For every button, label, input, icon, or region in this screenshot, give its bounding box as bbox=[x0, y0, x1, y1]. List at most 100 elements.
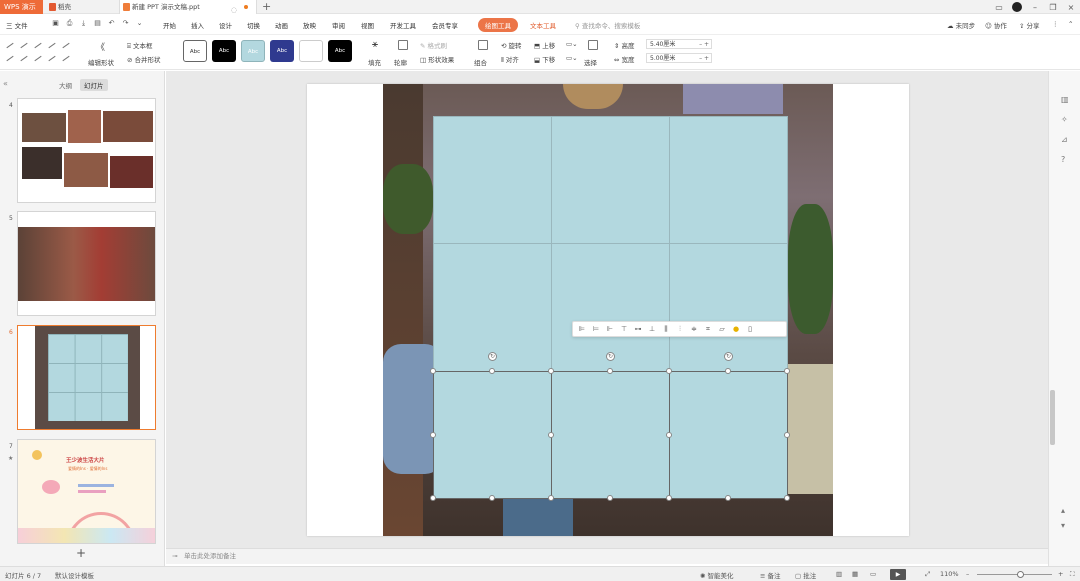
picture-icon[interactable]: ▱ bbox=[717, 325, 727, 334]
export-icon[interactable]: ⤓ bbox=[80, 19, 87, 28]
reading-view-icon[interactable]: ▭ bbox=[870, 570, 876, 578]
shape-style-black-2[interactable]: Abc bbox=[328, 40, 352, 62]
zoom-out-icon[interactable]: – bbox=[966, 570, 969, 578]
zoom-level[interactable]: 110% bbox=[940, 570, 959, 578]
scroll-down-icon[interactable]: ▾ bbox=[1061, 521, 1065, 530]
line-shape-icon[interactable] bbox=[6, 42, 14, 49]
edit-shape-button[interactable]: 编辑形状 bbox=[88, 57, 114, 67]
rotate-handle-icon[interactable]: ↻ bbox=[724, 352, 733, 361]
resize-handle[interactable] bbox=[607, 495, 613, 501]
move-down-button[interactable]: ⬓ 下移 bbox=[534, 54, 555, 64]
zoom-slider-knob[interactable] bbox=[1017, 571, 1024, 578]
print-icon[interactable]: ▤ bbox=[94, 19, 101, 28]
resize-handle[interactable] bbox=[725, 368, 731, 374]
crop-icon[interactable]: ⌗ bbox=[703, 325, 713, 334]
shape-style-light-blue[interactable]: Abc bbox=[241, 40, 265, 62]
align-middle-icon[interactable]: ⊶ bbox=[633, 325, 643, 334]
slide-thumbnail-7[interactable]: 王少波生活大片 爱情的Ins · 爱情的Ins bbox=[17, 439, 156, 544]
shape-style-black[interactable]: Abc bbox=[212, 40, 236, 62]
file-menu[interactable]: 三 文件 bbox=[6, 20, 28, 30]
distribute-horizontal-icon[interactable]: ⫼ bbox=[661, 325, 671, 334]
grid-cell[interactable] bbox=[551, 116, 670, 244]
rotate-handle-icon[interactable]: ↻ bbox=[606, 352, 615, 361]
undo-icon[interactable]: ↶ bbox=[108, 19, 115, 28]
more-icon[interactable]: ⌄ bbox=[136, 19, 143, 28]
rotate-handle-icon[interactable]: ↻ bbox=[488, 352, 497, 361]
width-stepper[interactable]: – + bbox=[699, 54, 709, 63]
grid-cell-selected[interactable] bbox=[433, 371, 552, 499]
slide-canvas-area[interactable]: ↻ ↻ ↻ ⊫ ⊨ ⊩ ⊤ ⊶ ⊥ ⫼ ⫶ ≑ ⌗ ▱ ● ▯ bbox=[166, 71, 1048, 548]
rotate-button[interactable]: ⟲ 旋转 bbox=[501, 40, 522, 50]
menu-drawing-tools[interactable]: 绘图工具 bbox=[478, 18, 518, 32]
shape-gallery[interactable] bbox=[4, 39, 84, 67]
freeform-shape-icon[interactable] bbox=[48, 55, 56, 62]
height-input[interactable]: 5.40厘米 – + bbox=[646, 39, 712, 49]
scribble-shape-icon[interactable] bbox=[62, 55, 70, 62]
textbox-button[interactable]: ⌸ 文本框 bbox=[127, 40, 152, 51]
select-icon[interactable] bbox=[588, 40, 598, 50]
scroll-up-icon[interactable]: ▴ bbox=[1061, 506, 1065, 515]
slide-thumbnail-6[interactable] bbox=[17, 325, 156, 430]
fill-icon[interactable]: ⚹ bbox=[372, 39, 378, 50]
resize-handle[interactable] bbox=[548, 368, 554, 374]
current-slide[interactable]: ↻ ↻ ↻ bbox=[307, 84, 909, 536]
resize-handle[interactable] bbox=[666, 495, 672, 501]
merge-shape-button[interactable]: ⊘ 合并形状 bbox=[127, 54, 161, 64]
share-button[interactable]: ⇪ 分享 bbox=[1019, 20, 1040, 30]
avatar[interactable] bbox=[1012, 2, 1022, 12]
align-bottom-icon[interactable]: ⊥ bbox=[647, 325, 657, 334]
slide-thumbnail-5[interactable] bbox=[17, 211, 156, 316]
menu-review[interactable]: 审阅 bbox=[332, 20, 345, 30]
sorter-view-icon[interactable]: ▦ bbox=[852, 570, 858, 578]
equal-spacing-icon[interactable]: ≑ bbox=[689, 325, 699, 334]
collapse-pane-icon[interactable]: « bbox=[3, 79, 8, 88]
tab-slides[interactable]: 幻灯片 bbox=[80, 79, 108, 91]
select-button[interactable]: 选择 bbox=[584, 57, 597, 67]
connector-shape-icon[interactable] bbox=[62, 42, 70, 49]
curve-shape-icon[interactable] bbox=[20, 55, 28, 62]
resize-handle[interactable] bbox=[784, 368, 790, 374]
menu-insert[interactable]: 插入 bbox=[191, 20, 204, 30]
more-menu-button[interactable]: ⋮ bbox=[1052, 20, 1059, 28]
fullscreen-icon[interactable]: ⛶ bbox=[1070, 570, 1075, 579]
comments-toggle[interactable]: ≡ 备注 bbox=[760, 570, 781, 580]
animation-pane-icon[interactable]: ✧ bbox=[1061, 115, 1068, 124]
save-icon[interactable]: ▣ bbox=[52, 19, 59, 28]
zoom-slider[interactable] bbox=[977, 574, 1052, 575]
resize-handle[interactable] bbox=[548, 495, 554, 501]
format-painter-button[interactable]: ✎ 格式刷 bbox=[420, 40, 447, 50]
menu-home[interactable]: 开始 bbox=[163, 20, 176, 30]
edit-shape-icon[interactable]: 《 bbox=[96, 40, 105, 53]
align-center-icon[interactable]: ⊨ bbox=[591, 325, 601, 334]
menu-slideshow[interactable]: 放映 bbox=[303, 20, 316, 30]
resize-handle[interactable] bbox=[489, 495, 495, 501]
height-stepper[interactable]: – + bbox=[699, 40, 709, 49]
slide-thumbnail-4[interactable] bbox=[17, 98, 156, 203]
fit-window-icon[interactable]: ⤢ bbox=[925, 570, 930, 579]
grid-cell-group[interactable] bbox=[433, 116, 788, 499]
sync-status[interactable]: ☁ 未同步 bbox=[947, 20, 975, 30]
tab-docer[interactable]: 稻壳 bbox=[46, 0, 116, 14]
format-pane-icon[interactable]: ⊿ bbox=[1061, 135, 1068, 144]
resize-handle[interactable] bbox=[607, 368, 613, 374]
menu-animation[interactable]: 动画 bbox=[275, 20, 288, 30]
collapse-ribbon-icon[interactable]: ⌃ bbox=[1068, 20, 1073, 28]
shape-style-white[interactable] bbox=[299, 40, 323, 62]
wps-app-tab[interactable]: WPS 演示 bbox=[0, 0, 43, 14]
resize-handle[interactable] bbox=[666, 432, 672, 438]
group-button[interactable]: 组合 bbox=[474, 57, 487, 67]
shape-style-navy[interactable]: Abc bbox=[270, 40, 294, 62]
command-search[interactable]: ⚲ 查找命令、搜索模板 bbox=[575, 20, 640, 30]
add-slide-button[interactable]: + bbox=[76, 546, 86, 560]
play-slideshow-button[interactable]: ▶ bbox=[890, 569, 906, 580]
vertical-scrollbar[interactable] bbox=[1050, 390, 1055, 445]
fill-button[interactable]: 填充 bbox=[368, 57, 381, 67]
zoom-in-icon[interactable]: + bbox=[1058, 570, 1063, 578]
resize-handle[interactable] bbox=[430, 495, 436, 501]
menu-developer[interactable]: 开发工具 bbox=[390, 20, 416, 30]
collaborate-button[interactable]: ☺ 协作 bbox=[985, 20, 1007, 30]
line-shape-icon[interactable] bbox=[34, 42, 42, 49]
tab-outline[interactable]: 大纲 bbox=[55, 79, 76, 91]
resize-handle[interactable] bbox=[784, 495, 790, 501]
minimize-icon[interactable]: – bbox=[1030, 3, 1040, 12]
